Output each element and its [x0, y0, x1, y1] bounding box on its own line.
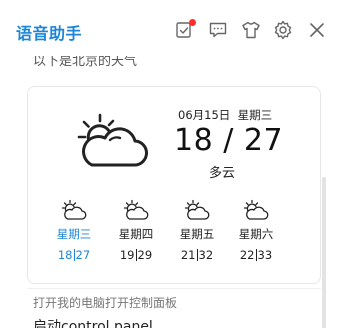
- forecast-high: 29: [137, 248, 153, 262]
- previous-message: 以下是北京的天气: [33, 56, 138, 69]
- forecast-temps: 21 32: [169, 248, 225, 262]
- forecast-temps: 18 27: [46, 248, 102, 262]
- temperature-range: 18 / 27: [174, 123, 283, 158]
- forecast-high: 32: [198, 248, 214, 262]
- forecast-low: 18: [57, 248, 73, 262]
- task-icon[interactable]: [173, 19, 196, 41]
- forecast-day[interactable]: 星期三 18 27: [46, 199, 102, 262]
- forecast-high: 33: [257, 248, 273, 262]
- command-hint: 打开我的电脑打开控制面板: [33, 296, 178, 310]
- temp-separator: /: [223, 123, 234, 158]
- weather-date: 06月15日 星期三: [178, 107, 272, 123]
- partly-cloudy-icon: [76, 111, 150, 171]
- gear-icon[interactable]: [272, 19, 294, 41]
- forecast-day-name: 星期六: [238, 227, 274, 241]
- forecast-day-name: 星期五: [179, 227, 215, 241]
- forecast-temps: 22 33: [228, 248, 284, 262]
- forecast-high: 27: [75, 248, 91, 262]
- forecast-day-name: 星期四: [118, 227, 154, 241]
- app-title: 语音助手: [16, 24, 83, 43]
- forecast-low: 19: [119, 248, 135, 262]
- weather-card: 06月15日 星期三 18 / 27 多云 星期三 18 27 星期四 19 2…: [27, 86, 321, 284]
- weekday-text: 星期三: [237, 108, 273, 122]
- chat-icon[interactable]: [207, 19, 229, 41]
- command-text: 启动control panel: [33, 319, 153, 328]
- date-text: 06月15日: [178, 108, 231, 122]
- forecast-low: 21: [180, 248, 196, 262]
- title-bar: 语音助手: [0, 0, 350, 56]
- forecast-day[interactable]: 星期四 19 29: [108, 199, 164, 262]
- weather-condition: 多云: [209, 166, 236, 181]
- partly-cloudy-icon: [61, 199, 87, 221]
- conversation-area[interactable]: 以下是北京的天气 06月15日 星期三 18 / 27 多云 星期三 18 27…: [0, 56, 350, 328]
- notification-dot: [189, 19, 196, 26]
- temp-high: 27: [243, 123, 284, 158]
- partly-cloudy-icon: [123, 199, 149, 221]
- forecast-temps: 19 29: [108, 248, 164, 262]
- temp-low: 18: [174, 123, 214, 158]
- forecast-day[interactable]: 星期六 22 33: [228, 199, 284, 262]
- shirt-icon[interactable]: [240, 19, 262, 41]
- forecast-day-name: 星期三: [56, 227, 92, 241]
- message-divider: [27, 288, 321, 289]
- forecast-day[interactable]: 星期五 21 32: [169, 199, 225, 262]
- partly-cloudy-icon: [243, 199, 269, 221]
- close-icon[interactable]: [306, 19, 328, 41]
- forecast-low: 22: [239, 248, 255, 262]
- partly-cloudy-icon: [184, 199, 210, 221]
- scrollbar[interactable]: [322, 177, 326, 328]
- forecast-row: 星期三 18 27 星期四 19 29 星期五 21 32 星期六 22 33: [46, 199, 312, 279]
